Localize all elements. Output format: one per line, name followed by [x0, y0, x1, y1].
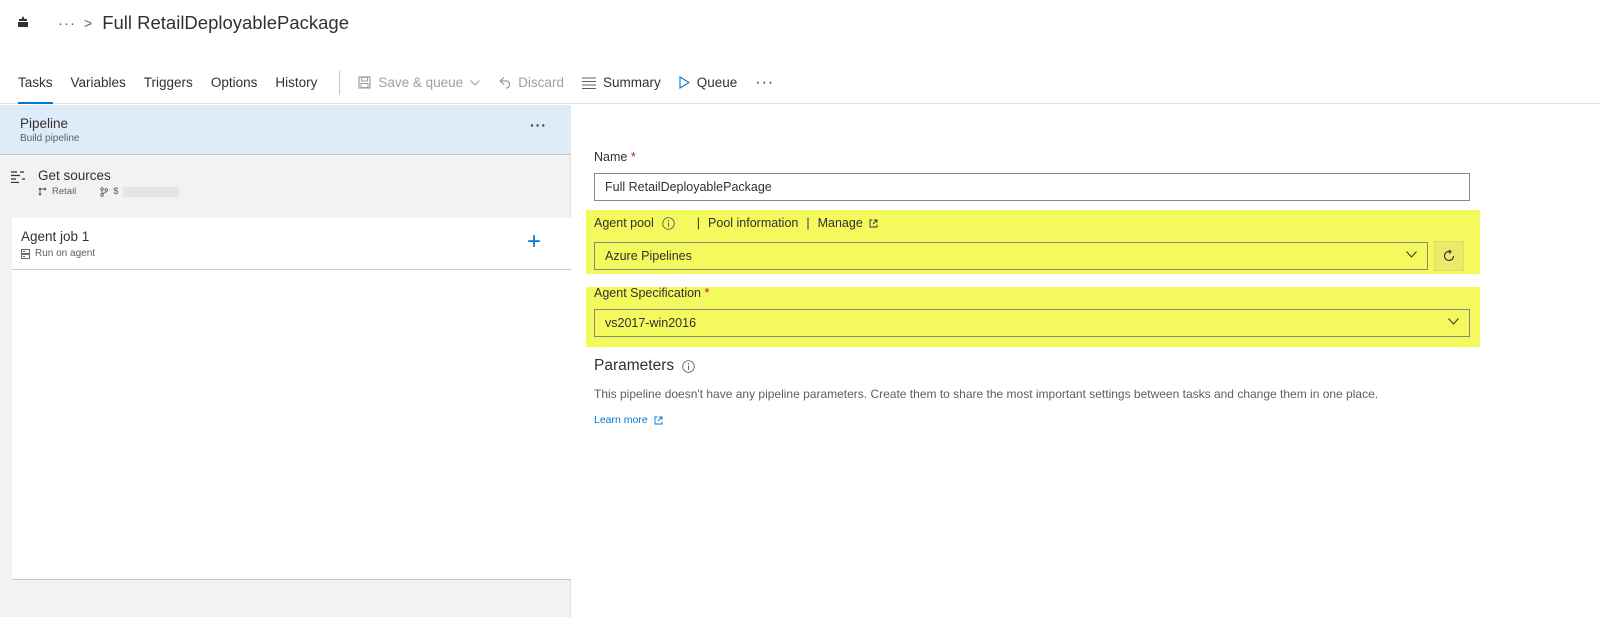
undo-icon: [499, 77, 511, 89]
agent-job-subtitle: Run on agent: [35, 248, 96, 259]
external-link-icon: [654, 416, 663, 424]
pipeline-settings-panel: Name * Agent pool | Pool information | M…: [572, 105, 1600, 617]
pipeline-name-input[interactable]: [594, 173, 1470, 201]
discard-label: Discard: [518, 75, 564, 90]
info-icon[interactable]: [682, 359, 695, 373]
get-sources-title: Get sources: [38, 168, 111, 183]
chevron-down-icon: [470, 79, 481, 86]
learn-more-label: Learn more: [594, 414, 648, 426]
external-link-icon: [869, 219, 878, 227]
manage-link[interactable]: Manage: [818, 216, 878, 230]
page-header: ··· > Full RetailDeployablePackage: [0, 0, 1600, 46]
build-pipeline-icon[interactable]: [16, 15, 32, 31]
agent-job-title: Agent job 1: [21, 229, 90, 244]
agent-spec-label: Agent Specification: [594, 286, 702, 300]
queue-label: Queue: [696, 75, 738, 90]
pipeline-node[interactable]: Pipeline Build pipeline ···: [0, 105, 571, 155]
info-icon[interactable]: [662, 216, 675, 230]
redacted-branch-block: [122, 186, 179, 197]
parameters-title: Parameters: [594, 357, 675, 374]
save-and-queue-button[interactable]: Save & queue: [358, 75, 481, 90]
add-task-icon[interactable]: +: [527, 230, 541, 254]
agent-pool-label: Agent pool: [594, 216, 654, 230]
get-sources-node[interactable]: Get sources Retail $: [0, 156, 571, 214]
name-label-row: Name *: [594, 150, 636, 164]
play-icon: [679, 76, 690, 89]
tab-variables[interactable]: Variables: [71, 62, 126, 104]
source-code-icon: [11, 171, 25, 183]
pipeline-subtitle: Build pipeline: [20, 133, 80, 144]
server-icon: [21, 248, 30, 259]
save-icon: [358, 76, 371, 89]
agent-job-subtitle-row: Run on agent: [21, 248, 95, 259]
required-marker: *: [630, 150, 636, 164]
learn-more-link[interactable]: Learn more: [594, 414, 663, 426]
tab-tasks[interactable]: Tasks: [18, 62, 53, 104]
branch-icon: [100, 186, 109, 197]
summary-button[interactable]: Summary: [581, 75, 661, 90]
parameters-description: This pipeline doesn't have any pipeline …: [594, 387, 1379, 401]
separator: |: [696, 216, 701, 230]
pipeline-tree-panel: Pipeline Build pipeline ··· Get sources …: [0, 105, 571, 617]
agent-spec-value: vs2017-win2016: [605, 316, 697, 330]
chevron-down-icon: [1406, 251, 1417, 258]
queue-button[interactable]: Queue: [679, 75, 738, 90]
agent-job-node[interactable]: Agent job 1 Run on agent +: [12, 218, 571, 270]
agent-pool-label-row: Agent pool | Pool information | Manage: [594, 216, 878, 230]
breadcrumb-ellipsis[interactable]: ···: [58, 15, 76, 32]
agent-pool-value: Azure Pipelines: [605, 249, 692, 263]
get-sources-meta: Retail $: [38, 186, 179, 197]
refresh-button[interactable]: [1434, 241, 1464, 271]
tab-options[interactable]: Options: [211, 62, 258, 104]
branch-name: $: [113, 186, 119, 197]
separator: |: [806, 216, 810, 230]
parameters-heading: Parameters: [594, 357, 695, 375]
agent-jobs-area: Agent job 1 Run on agent +: [12, 218, 571, 580]
summary-label: Summary: [602, 75, 661, 90]
repo-icon: [38, 187, 47, 196]
repo-name: Retail: [52, 186, 77, 197]
toolbar-divider: [339, 70, 341, 95]
tab-history[interactable]: History: [275, 62, 317, 104]
chevron-right-icon: >: [84, 15, 93, 31]
pool-information-link[interactable]: Pool information: [708, 216, 798, 230]
list-icon: [581, 76, 596, 89]
tab-triggers[interactable]: Triggers: [144, 62, 193, 104]
save-and-queue-label: Save & queue: [378, 75, 464, 90]
pipeline-more-icon[interactable]: ···: [530, 117, 547, 133]
required-marker: *: [704, 286, 710, 300]
discard-button[interactable]: Discard: [498, 75, 564, 90]
more-actions-icon[interactable]: ···: [755, 74, 774, 92]
agent-pool-dropdown[interactable]: Azure Pipelines: [594, 242, 1428, 270]
name-label: Name: [594, 150, 628, 164]
manage-link-label: Manage: [817, 216, 863, 230]
agent-spec-label-row: Agent Specification *: [594, 286, 709, 300]
agent-spec-dropdown[interactable]: vs2017-win2016: [594, 309, 1470, 337]
toolbar: Tasks Variables Triggers Options History…: [0, 62, 1600, 104]
page-title: Full RetailDeployablePackage: [102, 12, 349, 33]
pipeline-title: Pipeline: [20, 116, 69, 131]
refresh-icon: [1443, 249, 1455, 261]
chevron-down-icon: [1448, 318, 1459, 325]
